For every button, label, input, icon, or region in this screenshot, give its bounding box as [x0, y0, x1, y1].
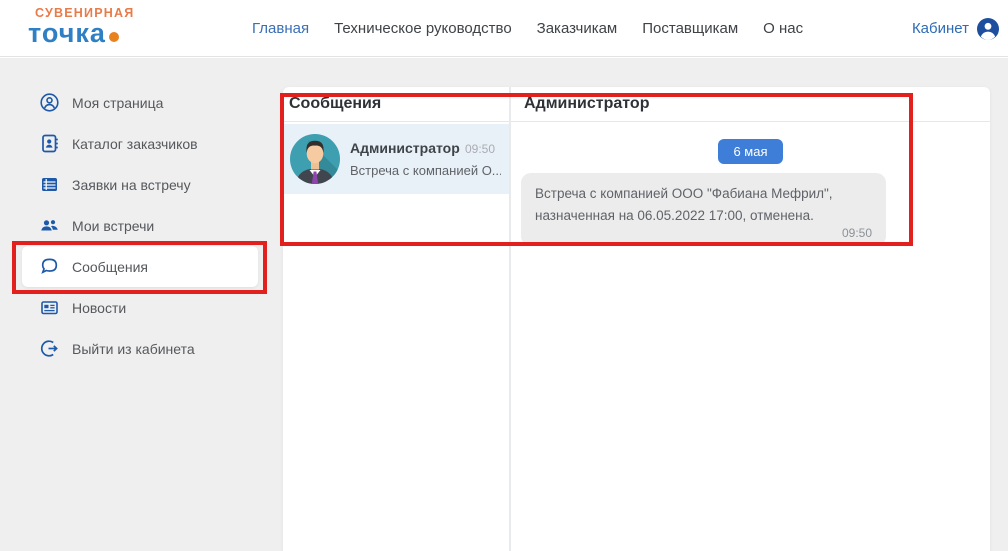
- sidebar-item-label: Мои встречи: [72, 218, 154, 234]
- sidebar-item-label: Заявки на встречу: [72, 177, 191, 193]
- admin-avatar: [290, 134, 340, 184]
- message-bubble: Встреча с компанией ООО "Фабиана Мефрил"…: [521, 173, 886, 246]
- sidebar-item-customer-catalog[interactable]: Каталог заказчиков: [0, 123, 277, 164]
- main-nav: Главная Техническое руководство Заказчик…: [252, 0, 803, 57]
- nav-link-customers[interactable]: Заказчикам: [537, 20, 618, 37]
- sidebar-item-my-page[interactable]: Моя страница: [0, 82, 277, 123]
- conversation-summary: Администратор 09:50 Встреча с компанией …: [350, 140, 501, 178]
- sidebar-item-logout[interactable]: Выйти из кабинета: [0, 328, 277, 369]
- conversation-name: Администратор: [350, 140, 460, 156]
- logo-text-bottom: точка: [28, 20, 134, 47]
- contact-book-icon: [40, 134, 59, 153]
- chat-panel: Администратор 6 мая Встреча с компанией …: [511, 87, 990, 551]
- messages-list-panel: Сообщения: [283, 87, 511, 551]
- chat-title: Администратор: [511, 87, 990, 122]
- conversation-preview: Встреча с компанией О...: [350, 163, 501, 178]
- people-icon: [40, 216, 59, 235]
- date-separator-chip: 6 мая: [718, 139, 782, 164]
- logo[interactable]: СУВЕНИРНАЯ точка: [28, 7, 134, 47]
- sidebar-item-my-meetings[interactable]: Мои встречи: [0, 205, 277, 246]
- sidebar-item-label: Сообщения: [72, 259, 148, 275]
- sidebar-item-meeting-requests[interactable]: Заявки на встречу: [0, 164, 277, 205]
- nav-link-home[interactable]: Главная: [252, 20, 309, 37]
- logout-icon: [40, 339, 59, 358]
- sidebar-item-label: Новости: [72, 300, 126, 316]
- logo-dot: [109, 32, 119, 42]
- sidebar-item-label: Моя страница: [72, 95, 163, 111]
- messenger-card: Сообщения: [283, 87, 990, 551]
- cabinet-button[interactable]: Кабинет: [912, 0, 1000, 57]
- messages-list-title: Сообщения: [283, 87, 509, 122]
- user-avatar-icon: [976, 17, 1000, 41]
- message-text: Встреча с компанией ООО "Фабиана Мефрил"…: [535, 183, 872, 226]
- app-window: СУВЕНИРНАЯ точка Главная Техническое рук…: [0, 0, 1008, 551]
- user-circle-icon: [40, 93, 59, 112]
- chat-message-area: 6 мая Встреча с компанией ООО "Фабиана М…: [511, 122, 990, 551]
- top-header: СУВЕНИРНАЯ точка Главная Техническое рук…: [0, 0, 1008, 57]
- conversation-list-item[interactable]: Администратор 09:50 Встреча с компанией …: [283, 124, 509, 194]
- cabinet-label: Кабинет: [912, 20, 969, 37]
- sidebar-item-label: Каталог заказчиков: [72, 136, 198, 152]
- sidebar-item-messages[interactable]: Сообщения: [22, 246, 258, 287]
- chat-bubble-icon: [40, 257, 59, 276]
- news-icon: [40, 298, 59, 317]
- nav-link-suppliers[interactable]: Поставщикам: [642, 20, 738, 37]
- sidebar-menu: Моя страница Каталог заказчиков Заявки: [0, 82, 277, 369]
- sidebar-item-label: Выйти из кабинета: [72, 341, 195, 357]
- conversation-time: 09:50: [465, 142, 501, 156]
- nav-link-technical-guide[interactable]: Техническое руководство: [334, 20, 512, 37]
- message-time: 09:50: [535, 226, 872, 240]
- nav-link-about[interactable]: О нас: [763, 20, 803, 37]
- sidebar-item-news[interactable]: Новости: [0, 287, 277, 328]
- request-list-icon: [40, 175, 59, 194]
